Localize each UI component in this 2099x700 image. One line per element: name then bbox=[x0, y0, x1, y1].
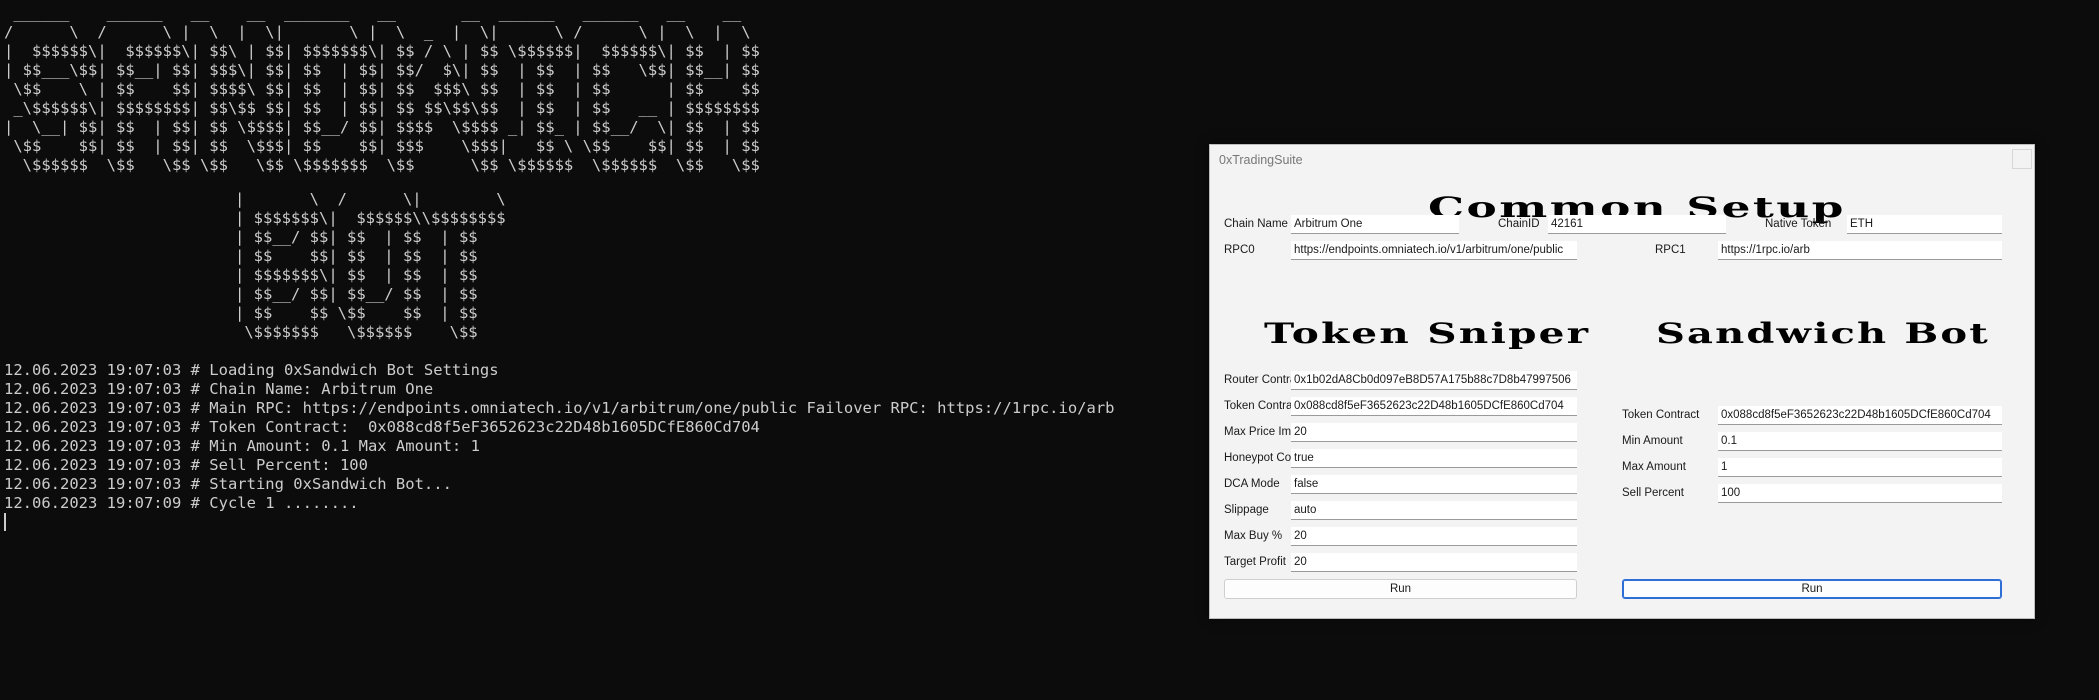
log-line: 12.06.2023 19:07:03 # Loading 0xSandwich… bbox=[4, 361, 499, 379]
console-log: 12.06.2023 19:07:03 # Loading 0xSandwich… bbox=[4, 361, 1154, 513]
slippage-label: Slippage bbox=[1224, 504, 1269, 516]
sandwich-token-contract-field[interactable] bbox=[1718, 406, 2002, 425]
title-bar[interactable]: 0xTradingSuite bbox=[1210, 145, 2034, 174]
max-amount-label: Max Amount bbox=[1622, 461, 1686, 473]
text-cursor bbox=[4, 513, 6, 531]
log-line: 12.06.2023 19:07:03 # Token Contract: 0x… bbox=[4, 418, 760, 436]
slippage-field[interactable] bbox=[1291, 501, 1577, 520]
max-buy-label: Max Buy % bbox=[1224, 530, 1283, 542]
sniper-run-button[interactable]: Run bbox=[1224, 579, 1577, 599]
chain-id-label: ChainID bbox=[1498, 218, 1540, 230]
trading-suite-window: 0xTradingSuite Common Setup Chain Name C… bbox=[1209, 144, 2035, 619]
rpc1-field[interactable] bbox=[1718, 241, 2002, 260]
max-price-impact-field[interactable] bbox=[1291, 423, 1577, 442]
native-token-field[interactable] bbox=[1847, 215, 2002, 234]
log-line: 12.06.2023 19:07:03 # Main RPC: https://… bbox=[4, 399, 1115, 417]
max-amount-field[interactable] bbox=[1718, 458, 2002, 477]
rpc0-label: RPC0 bbox=[1224, 244, 1255, 256]
sniper-token-contract-field[interactable] bbox=[1291, 397, 1577, 416]
target-profit-label: Target Profit bbox=[1224, 556, 1286, 568]
target-profit-field[interactable] bbox=[1291, 553, 1577, 572]
log-line: 12.06.2023 19:07:03 # Starting 0xSandwic… bbox=[4, 475, 452, 493]
router-contract-field[interactable] bbox=[1291, 371, 1577, 390]
token-sniper-heading: Token Sniper bbox=[1264, 317, 1591, 350]
sniper-token-contract-label: Token Contract bbox=[1224, 400, 1302, 412]
close-button[interactable] bbox=[2012, 149, 2032, 169]
sandwich-token-contract-label: Token Contract bbox=[1622, 409, 1700, 421]
sandwich-bot-heading: Sandwich Bot bbox=[1656, 317, 1990, 350]
console-window: ______ ______ __ __ _______ __ __ ______… bbox=[0, 0, 1200, 700]
chain-name-field[interactable] bbox=[1291, 215, 1459, 234]
rpc1-label: RPC1 bbox=[1655, 244, 1686, 256]
honeypot-control-field[interactable] bbox=[1291, 449, 1577, 468]
log-line: 12.06.2023 19:07:03 # Min Amount: 0.1 Ma… bbox=[4, 437, 480, 455]
rpc0-field[interactable] bbox=[1291, 241, 1577, 260]
ascii-banner-bottom: | \ / \| \ | $$$$$$$\| $$$$$$\\$$$$$$$$ … bbox=[235, 190, 506, 341]
max-buy-field[interactable] bbox=[1291, 527, 1577, 546]
chain-name-label: Chain Name bbox=[1224, 218, 1288, 230]
min-amount-field[interactable] bbox=[1718, 432, 2002, 451]
min-amount-label: Min Amount bbox=[1622, 435, 1683, 447]
sandwich-run-button[interactable]: Run bbox=[1622, 579, 2002, 599]
chain-id-field[interactable] bbox=[1548, 215, 1726, 234]
window-title: 0xTradingSuite bbox=[1219, 153, 1303, 167]
log-line: 12.06.2023 19:07:03 # Chain Name: Arbitr… bbox=[4, 380, 434, 398]
log-line: 12.06.2023 19:07:03 # Sell Percent: 100 bbox=[4, 456, 368, 474]
log-line: 12.06.2023 19:07:09 # Cycle 1 ........ bbox=[4, 494, 359, 512]
sell-percent-field[interactable] bbox=[1718, 484, 2002, 503]
native-token-label: Native Token bbox=[1765, 218, 1832, 230]
dca-mode-field[interactable] bbox=[1291, 475, 1577, 494]
ascii-banner-top: ______ ______ __ __ _______ __ __ ______… bbox=[4, 4, 760, 174]
dca-mode-label: DCA Mode bbox=[1224, 478, 1280, 490]
sell-percent-label: Sell Percent bbox=[1622, 487, 1685, 499]
